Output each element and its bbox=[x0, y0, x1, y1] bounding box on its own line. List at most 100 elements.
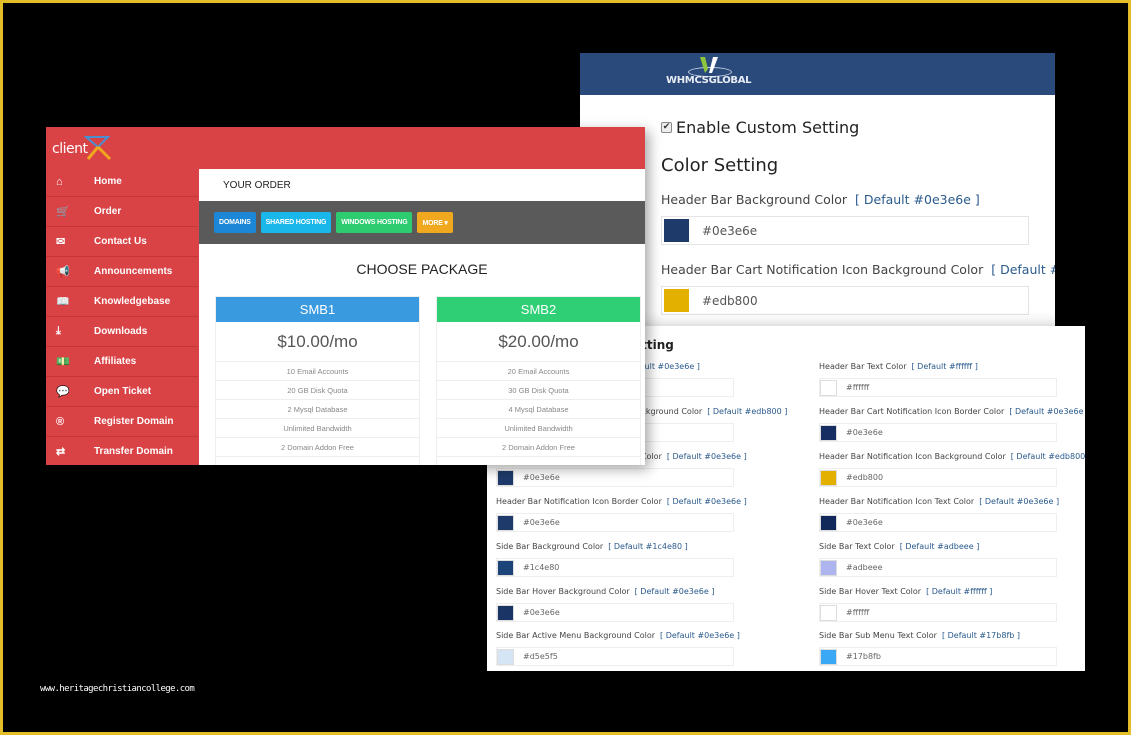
plan-name: SMB2 bbox=[437, 297, 640, 322]
enable-custom-setting[interactable]: ✔ Enable Custom Setting bbox=[661, 115, 1055, 139]
color-field: Header Bar Cart Notification Icon Backgr… bbox=[661, 262, 1055, 315]
exchange-icon: ⇄ bbox=[56, 446, 66, 458]
bullhorn-icon: 📢 bbox=[56, 266, 70, 278]
color-input[interactable]: #0e3e6e bbox=[496, 513, 734, 532]
color-swatch[interactable] bbox=[497, 559, 514, 576]
sidebar-item-label: Open Ticket bbox=[94, 386, 152, 397]
sidebar-item-home[interactable]: ⌂ Home bbox=[46, 167, 198, 197]
category-button-more[interactable]: MORE ▾ bbox=[417, 212, 453, 233]
sidebar-item-announcements[interactable]: 📢 Announcements bbox=[46, 257, 198, 287]
sidebar-item-open-ticket[interactable]: 💬 Open Ticket bbox=[46, 377, 198, 407]
color-input[interactable]: #0e3e6e bbox=[661, 216, 1029, 245]
field-default: [ Default #edb800 ] bbox=[707, 407, 788, 416]
color-value: #17b8fb bbox=[846, 652, 881, 661]
field-label: Side Bar Background Color bbox=[496, 542, 604, 551]
color-field: Header Bar Notification Icon Background … bbox=[819, 452, 1085, 487]
cart-icon: 🛒 bbox=[56, 206, 70, 218]
color-swatch[interactable] bbox=[820, 379, 837, 396]
clientx-logo[interactable]: client bbox=[52, 135, 122, 163]
plan-name: SMB1 bbox=[216, 297, 419, 322]
color-field: Side Bar Hover Text Color [ Default #ffff… bbox=[819, 587, 1085, 622]
color-swatch[interactable] bbox=[497, 469, 514, 486]
color-swatch[interactable] bbox=[820, 604, 837, 621]
section-title: Color Setting bbox=[661, 155, 779, 176]
color-value: #edb800 bbox=[846, 473, 884, 482]
field-label: Header Bar Notification Icon Border Colo… bbox=[496, 497, 662, 506]
plan-price: $10.00/mo bbox=[216, 322, 419, 362]
field-default: [ Default #0e3e6e ] bbox=[666, 452, 747, 461]
color-swatch[interactable] bbox=[497, 648, 514, 665]
color-input[interactable]: #ffffff bbox=[819, 603, 1057, 622]
field-default: [ Default #0e3e6e ] bbox=[666, 497, 747, 506]
color-input[interactable]: #adbeee bbox=[819, 558, 1057, 577]
sidebar-item-label: Affiliates bbox=[94, 356, 137, 367]
sidebar-item-order[interactable]: 🛒 Order bbox=[46, 197, 198, 227]
field-label: Header Bar Notification Icon Text Color bbox=[819, 497, 975, 506]
plan-price: $20.00/mo bbox=[437, 322, 640, 362]
color-swatch[interactable] bbox=[820, 469, 837, 486]
plan-feature: 4 Mysql Database bbox=[437, 400, 640, 419]
field-label: Side Bar Hover Background Color bbox=[496, 587, 630, 596]
field-label: Header Bar Cart Notification Icon Border… bbox=[819, 407, 1005, 416]
enable-custom-checkbox[interactable]: ✔ bbox=[661, 121, 672, 133]
enable-custom-label: Enable Custom Setting bbox=[676, 117, 860, 137]
sidebar-item-label: Transfer Domain bbox=[94, 446, 173, 457]
sidebar-item-register-domain[interactable]: ® Register Domain bbox=[46, 407, 198, 437]
field-default: [ Default #17b8fb ] bbox=[941, 631, 1020, 640]
logo-x-icon bbox=[84, 136, 112, 161]
field-label: Side Bar Hover Text Color bbox=[819, 587, 922, 596]
plan-feature bbox=[437, 457, 640, 465]
color-swatch[interactable] bbox=[820, 514, 837, 531]
category-button-domains[interactable]: DOMAINS bbox=[214, 212, 256, 233]
color-swatch[interactable] bbox=[497, 604, 514, 621]
field-default: [ Default #0e3e6e ] bbox=[855, 192, 980, 207]
field-default: [ Default #0e3e6e ] bbox=[1009, 407, 1085, 416]
color-field: Side Bar Active Menu Background Color [ D… bbox=[496, 631, 776, 666]
color-field: Header Bar Notification Icon Border Colo… bbox=[496, 497, 776, 532]
sidebar-item-knowledgebase[interactable]: 📖 Knowledgebase bbox=[46, 287, 198, 317]
color-input[interactable]: #0e3e6e bbox=[496, 468, 734, 487]
color-input[interactable]: #1c4e80 bbox=[496, 558, 734, 577]
plan-feature: 30 GB Disk Quota bbox=[437, 381, 640, 400]
field-default: [ Default #0e3e6e ] bbox=[634, 587, 715, 596]
color-input[interactable]: #0e3e6e bbox=[819, 513, 1057, 532]
color-swatch[interactable] bbox=[820, 424, 837, 441]
color-input[interactable]: #0e3e6e bbox=[819, 423, 1057, 442]
plan-card[interactable]: SMB2 $20.00/mo 20 Email Accounts 30 GB Disk… bbox=[436, 296, 641, 465]
sidebar-item-contact-us[interactable]: ✉ Contact Us bbox=[46, 227, 198, 257]
color-input[interactable]: #0e3e6e bbox=[496, 603, 734, 622]
color-swatch[interactable] bbox=[664, 219, 689, 242]
color-value: #1c4e80 bbox=[523, 563, 560, 572]
whmcs-header-bar: WHMCSGLOBAL bbox=[580, 53, 1055, 95]
sidebar-item-transfer-domain[interactable]: ⇄ Transfer Domain bbox=[46, 437, 198, 465]
plan-card[interactable]: SMB1 $10.00/mo 10 Email Accounts 20 GB Disk… bbox=[215, 296, 420, 465]
color-swatch[interactable] bbox=[664, 289, 689, 312]
clientx-order-panel: client ⌂ Home 🛒 Order ✉ Contact Us 📢 Announceme… bbox=[46, 127, 645, 465]
sidebar-item-downloads[interactable]: ⤓ Downloads bbox=[46, 317, 198, 347]
color-value: #0e3e6e bbox=[523, 518, 560, 527]
registered-icon: ® bbox=[56, 415, 65, 428]
comments-icon: 💬 bbox=[56, 386, 70, 398]
category-button-windows-hosting[interactable]: WINDOWS HOSTING bbox=[336, 212, 413, 233]
field-default: [ Default #1c4e80 ] bbox=[608, 542, 688, 551]
color-input[interactable]: #ffffff bbox=[819, 378, 1057, 397]
plan-feature: Unlimited Bandwidth bbox=[437, 419, 640, 438]
color-field: Header Bar Cart Notification Icon Border… bbox=[819, 407, 1085, 442]
color-swatch[interactable] bbox=[820, 648, 837, 665]
color-swatch[interactable] bbox=[820, 559, 837, 576]
color-input[interactable]: #d5e5f5 bbox=[496, 647, 734, 666]
field-label: Header Bar Notification Icon Background … bbox=[819, 452, 1006, 461]
color-value: #edb800 bbox=[702, 293, 758, 308]
color-input[interactable]: #edb800 bbox=[819, 468, 1057, 487]
color-input[interactable]: #edb800 bbox=[661, 286, 1029, 315]
color-swatch[interactable] bbox=[497, 514, 514, 531]
category-button-shared-hosting[interactable]: SHARED HOSTING bbox=[260, 212, 332, 233]
sidebar-item-affiliates[interactable]: 💵 Affiliates bbox=[46, 347, 198, 377]
sidebar-item-label: Knowledgebase bbox=[94, 296, 171, 307]
color-input[interactable]: #17b8fb bbox=[819, 647, 1057, 666]
sidebar-item-label: Order bbox=[94, 206, 122, 217]
color-value: #ffffff bbox=[846, 383, 870, 392]
plan-feature: Unlimited Bandwidth bbox=[216, 419, 419, 438]
logo-text: WHMCSGLOBAL bbox=[666, 75, 752, 86]
plan-feature: 2 Domain Addon Free bbox=[437, 438, 640, 457]
